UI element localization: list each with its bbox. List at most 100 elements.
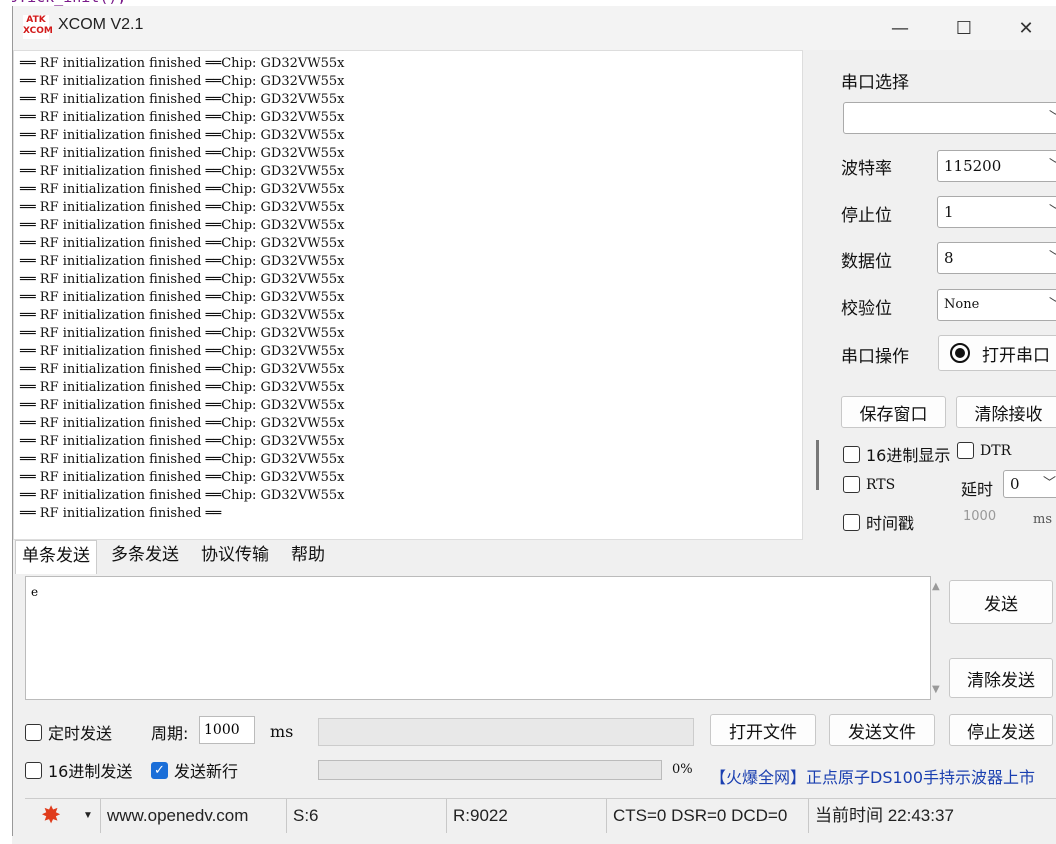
receive-line: ══ RF initialization finished ══Chip: GD… bbox=[20, 344, 345, 359]
send-newline-checkbox[interactable]: ✓ 发送新行 bbox=[151, 758, 238, 782]
stop-send-button[interactable]: 停止发送 bbox=[949, 714, 1053, 746]
clear-receive-button[interactable]: 清除接收 bbox=[956, 396, 1056, 428]
send-tabs: 单条发送 多条发送 协议传输 帮助 bbox=[13, 540, 1056, 574]
radio-dot-icon bbox=[950, 343, 970, 363]
period-label: 周期: bbox=[151, 724, 189, 743]
receive-line: ══ RF initialization finished ══Chip: GD… bbox=[20, 434, 345, 449]
stop-bits-select[interactable]: 1﹀ bbox=[937, 196, 1056, 228]
timestamp-checkbox[interactable]: 时间戳 bbox=[843, 510, 914, 534]
hex-display-checkbox[interactable]: 16进制显示 bbox=[843, 442, 950, 466]
chevron-down-icon: ﹀ bbox=[1049, 103, 1056, 133]
parity-select[interactable]: None﹀ bbox=[937, 289, 1056, 321]
title-bar: ATK XCOM XCOM V2.1 — ☐ ✕ bbox=[13, 6, 1056, 50]
clear-send-button[interactable]: 清除发送 bbox=[949, 658, 1053, 698]
status-bar: ✸ ▼ www.openedv.com S:6 R:9022 CTS=0 DSR… bbox=[25, 798, 1056, 833]
hex-send-checkbox[interactable]: 16进制发送 bbox=[25, 758, 132, 782]
chevron-down-icon: ﹀ bbox=[1049, 243, 1056, 273]
receive-line: ══ RF initialization finished ══Chip: GD… bbox=[20, 380, 345, 395]
received-count: R:9022 bbox=[447, 799, 607, 833]
data-bits-select[interactable]: 8﹀ bbox=[937, 242, 1056, 274]
data-bits-label: 数据位 bbox=[841, 252, 892, 272]
send-scrollbar[interactable]: ▲ ▼ bbox=[929, 577, 945, 699]
save-window-button[interactable]: 保存窗口 bbox=[841, 396, 946, 428]
settings-menu[interactable]: ✸ ▼ bbox=[25, 799, 101, 833]
sent-count: S:6 bbox=[287, 799, 447, 833]
port-select[interactable]: ﹀ bbox=[843, 102, 1056, 134]
tab-multi-send[interactable]: 多条发送 bbox=[105, 540, 185, 574]
receive-line: ══ RF initialization finished ══Chip: GD… bbox=[20, 416, 345, 431]
tab-help[interactable]: 帮助 bbox=[285, 540, 331, 574]
port-operation-label: 串口操作 bbox=[841, 347, 909, 367]
receive-line: ══ RF initialization finished ══Chip: GD… bbox=[20, 146, 345, 161]
chevron-down-icon: ﹀ bbox=[1049, 290, 1056, 320]
promo-link[interactable]: 【火爆全网】正点原子DS100手持示波器上市 bbox=[710, 764, 1035, 788]
period-input[interactable]: 1000 bbox=[199, 716, 255, 744]
send-input[interactable]: e ▲ ▼ bbox=[25, 576, 940, 700]
receive-area[interactable]: ══ RF initialization finished ══Chip: GD… bbox=[13, 50, 803, 540]
rts-checkbox[interactable]: RTS bbox=[843, 476, 895, 493]
receive-line: ══ RF initialization finished ══Chip: GD… bbox=[20, 182, 345, 197]
receive-line: ══ RF initialization finished ══Chip: GD… bbox=[20, 254, 345, 269]
tab-protocol[interactable]: 协议传输 bbox=[195, 540, 275, 574]
receive-line: ══ RF initialization finished ══Chip: GD… bbox=[20, 128, 345, 143]
stop-bits-label: 停止位 bbox=[841, 206, 892, 226]
settings-panel: 串口选择 ﹀ 波特率 115200﹀ 停止位 1﹀ 数据位 8﹀ 校验位 Non… bbox=[833, 50, 1056, 540]
receive-line: ══ RF initialization finished ══Chip: GD… bbox=[20, 326, 345, 341]
close-button[interactable]: ✕ bbox=[995, 6, 1056, 50]
delay-label: 延时 bbox=[961, 480, 994, 499]
receive-line: ══ RF initialization finished ══Chip: GD… bbox=[20, 56, 345, 71]
scrollbar-thumb[interactable] bbox=[816, 440, 819, 490]
app-logo-icon: ATK XCOM bbox=[23, 15, 53, 39]
send-input-text: e bbox=[31, 585, 39, 599]
check-icon: ✓ bbox=[151, 761, 168, 779]
receive-line: ══ RF initialization finished ══Chip: GD… bbox=[20, 308, 345, 323]
chevron-down-icon: ﹀ bbox=[1042, 476, 1056, 491]
timestamp-unit: ms bbox=[1033, 512, 1052, 527]
receive-line: ══ RF initialization finished ══Chip: GD… bbox=[20, 164, 345, 179]
receive-text: ══ RF initialization finished ══Chip: GD… bbox=[20, 55, 345, 523]
receive-line: ══ RF initialization finished ══Chip: GD… bbox=[20, 218, 345, 233]
background-editor bbox=[0, 0, 12, 844]
port-select-label: 串口选择 bbox=[841, 73, 909, 93]
baud-label: 波特率 bbox=[841, 159, 892, 179]
maximize-button[interactable]: ☐ bbox=[933, 6, 995, 50]
dtr-checkbox[interactable]: DTR bbox=[957, 442, 1011, 459]
website-link[interactable]: www.openedv.com bbox=[101, 799, 287, 833]
receive-line: ══ RF initialization finished ══Chip: GD… bbox=[20, 398, 345, 413]
receive-line: ══ RF initialization finished ══Chip: GD… bbox=[20, 488, 345, 503]
receive-scrollbar[interactable] bbox=[814, 50, 828, 540]
open-port-button[interactable]: 打开串口 bbox=[938, 335, 1056, 371]
receive-line: ══ RF initialization finished ══ bbox=[20, 506, 222, 521]
chevron-down-icon: ﹀ bbox=[1049, 151, 1056, 181]
receive-line: ══ RF initialization finished ══Chip: GD… bbox=[20, 110, 345, 125]
progress-percent: 0% bbox=[672, 762, 693, 777]
timed-send-checkbox[interactable]: 定时发送 bbox=[25, 720, 112, 744]
send-button[interactable]: 发送 bbox=[949, 580, 1053, 624]
receive-line: ══ RF initialization finished ══Chip: GD… bbox=[20, 362, 345, 377]
receive-line: ══ RF initialization finished ══Chip: GD… bbox=[20, 92, 345, 107]
delay-select[interactable]: 0 ﹀ bbox=[1003, 470, 1056, 498]
receive-line: ══ RF initialization finished ══Chip: GD… bbox=[20, 272, 345, 287]
receive-line: ══ RF initialization finished ══Chip: GD… bbox=[20, 470, 345, 485]
chevron-down-icon: ﹀ bbox=[1049, 197, 1056, 227]
gear-icon: ✸ bbox=[41, 802, 62, 829]
receive-line: ══ RF initialization finished ══Chip: GD… bbox=[20, 236, 345, 251]
receive-line: ══ RF initialization finished ══Chip: GD… bbox=[20, 74, 345, 89]
parity-label: 校验位 bbox=[841, 299, 892, 319]
period-unit: ms bbox=[270, 722, 294, 741]
timestamp-interval-field[interactable]: 1000 bbox=[953, 504, 1023, 532]
send-file-button[interactable]: 发送文件 bbox=[829, 714, 935, 746]
minimize-button[interactable]: — bbox=[869, 6, 931, 50]
send-progress-bar bbox=[318, 760, 662, 780]
current-time: 当前时间 22:43:37 bbox=[815, 806, 954, 825]
caret-down-icon: ▼ bbox=[83, 810, 93, 821]
receive-line: ══ RF initialization finished ══Chip: GD… bbox=[20, 452, 345, 467]
tab-single-send[interactable]: 单条发送 bbox=[15, 540, 97, 574]
period-bar bbox=[318, 718, 694, 746]
scroll-down-icon[interactable]: ▼ bbox=[932, 684, 940, 695]
baud-select[interactable]: 115200﹀ bbox=[937, 150, 1056, 182]
window-title: XCOM V2.1 bbox=[58, 16, 144, 33]
line-status: CTS=0 DSR=0 DCD=0 bbox=[607, 799, 809, 833]
scroll-up-icon[interactable]: ▲ bbox=[932, 581, 940, 592]
open-file-button[interactable]: 打开文件 bbox=[710, 714, 816, 746]
